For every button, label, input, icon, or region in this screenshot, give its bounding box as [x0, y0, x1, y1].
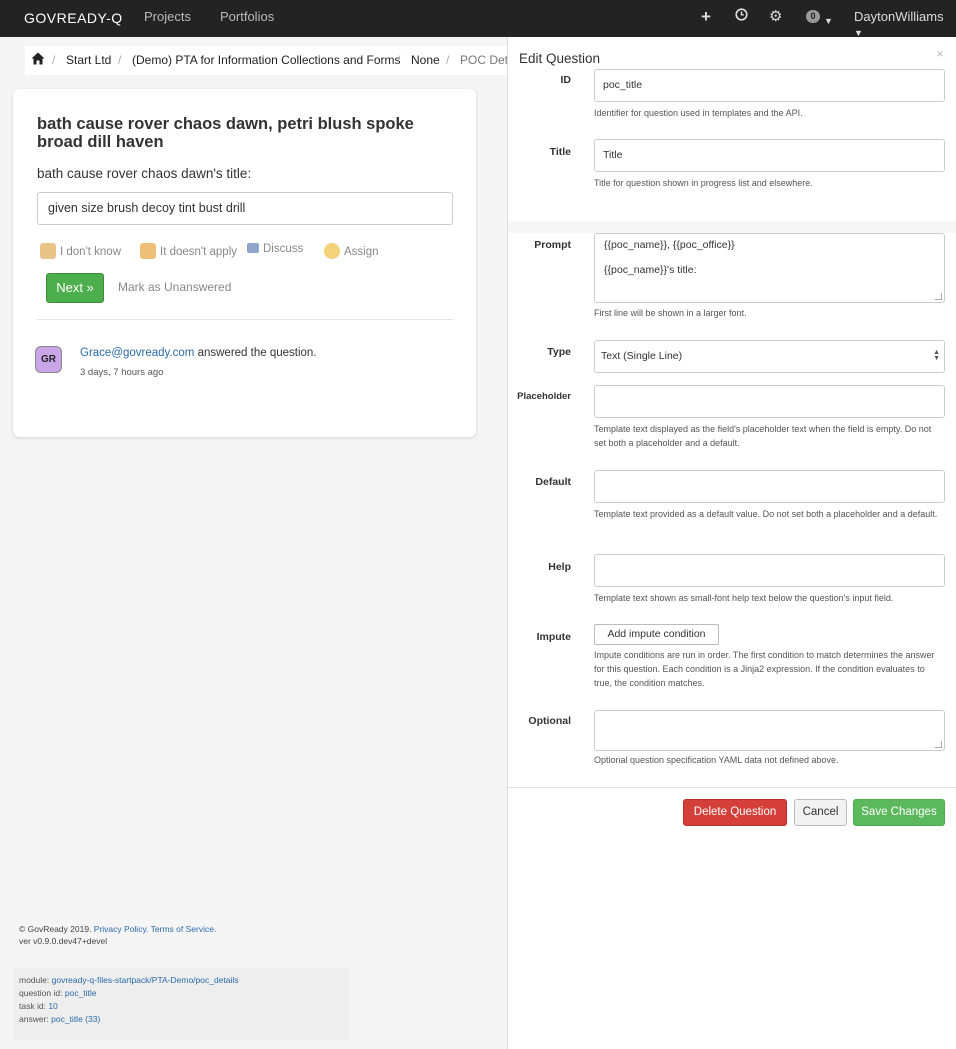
- speech-bubble-icon: [247, 243, 259, 253]
- no-gesture-icon: [140, 243, 156, 259]
- nav-portfolios[interactable]: Portfolios: [220, 9, 274, 24]
- delete-question-button[interactable]: Delete Question: [683, 799, 787, 826]
- module-link[interactable]: govready-q-files-startpack/PTA-Demo/poc_…: [52, 975, 239, 985]
- doesnt-apply-action[interactable]: It doesn't apply: [140, 243, 237, 259]
- id-label: ID: [560, 74, 572, 86]
- prompt-label: Prompt: [534, 239, 571, 251]
- brand-logo[interactable]: GOVREADY-Q: [24, 10, 123, 26]
- assign-action[interactable]: Assign: [324, 243, 379, 259]
- prompt-help: First line will be shown in a larger fon…: [594, 308, 747, 318]
- top-navbar: GOVREADY-Q Projects Portfolios + ⚙ 0 ▼ D…: [0, 0, 956, 39]
- activity-user-link[interactable]: Grace@govready.com: [80, 347, 194, 359]
- dont-know-action[interactable]: I don't know: [40, 243, 121, 259]
- activity-timestamp: 3 days, 7 hours ago: [80, 367, 164, 378]
- home-icon[interactable]: [31, 52, 45, 68]
- help-field[interactable]: [594, 554, 945, 587]
- privacy-policy-link[interactable]: Privacy Policy.: [94, 924, 149, 934]
- placeholder-field[interactable]: [594, 385, 945, 418]
- debug-panel: module: govready-q-files-startpack/PTA-D…: [13, 968, 350, 1040]
- resize-handle[interactable]: [935, 741, 942, 748]
- pointing-hand-icon: [324, 243, 340, 259]
- optional-textarea[interactable]: [594, 710, 945, 751]
- terms-link[interactable]: Terms of Service.: [151, 924, 217, 934]
- close-icon[interactable]: ×: [936, 46, 944, 61]
- breadcrumb-separator: /: [397, 53, 401, 67]
- section-divider: [508, 221, 956, 233]
- avatar: GR: [35, 346, 62, 373]
- clock-icon[interactable]: [735, 8, 748, 26]
- breadcrumb-separator: /: [52, 53, 56, 67]
- shrug-icon: [40, 243, 56, 259]
- answer-input[interactable]: given size brush decoy tint bust drill: [37, 192, 453, 225]
- add-impute-condition-button[interactable]: Add impute condition: [594, 624, 719, 645]
- select-updown-icon: ▲ ▼: [933, 349, 940, 362]
- question-title: bath cause rover chaos dawn, petri blush…: [37, 115, 414, 151]
- resize-handle[interactable]: [935, 293, 942, 300]
- default-field[interactable]: [594, 470, 945, 503]
- save-changes-button[interactable]: Save Changes: [853, 799, 945, 826]
- question-prompt: bath cause rover chaos dawn's title:: [37, 166, 252, 181]
- divider: [37, 319, 453, 320]
- user-menu[interactable]: DaytonWilliams ▼: [854, 9, 956, 39]
- default-help: Template text provided as a default valu…: [594, 509, 938, 519]
- task-id-link[interactable]: 10: [48, 1001, 57, 1011]
- cancel-button[interactable]: Cancel: [794, 799, 847, 826]
- breadcrumb-task[interactable]: (Demo) PTA for Information Collections a…: [132, 53, 401, 67]
- edit-question-panel: Edit Question × ID poc_title Identifier …: [507, 37, 956, 1049]
- placeholder-help: Template text displayed as the field's p…: [594, 424, 932, 448]
- breadcrumb-separator: /: [446, 53, 450, 67]
- optional-help: Optional question specification YAML dat…: [594, 755, 839, 765]
- version-text: ver v0.9.0.dev47+devel: [19, 936, 108, 946]
- type-select[interactable]: Text (Single Line) ▲ ▼: [594, 340, 945, 373]
- prompt-textarea[interactable]: {{poc_name}}, {{poc_office}} {{poc_name}…: [594, 233, 945, 303]
- breadcrumb-section[interactable]: None: [411, 53, 440, 67]
- nav-projects[interactable]: Projects: [144, 9, 191, 24]
- activity-entry: Grace@govready.com answered the question…: [80, 347, 317, 359]
- discuss-action[interactable]: Discuss: [247, 243, 303, 255]
- mark-unanswered-link[interactable]: Mark as Unanswered: [118, 280, 231, 294]
- copyright: © GovReady 2019.: [19, 924, 92, 934]
- impute-label: Impute: [536, 631, 571, 643]
- answer-link[interactable]: poc_title (33): [51, 1014, 100, 1024]
- footer: © GovReady 2019. Privacy Policy. Terms o…: [19, 923, 216, 947]
- default-label: Default: [535, 476, 571, 488]
- notification-badge[interactable]: 0: [806, 10, 820, 23]
- next-button[interactable]: Next »: [46, 273, 104, 303]
- notification-chevron-down-icon[interactable]: ▼: [824, 11, 833, 30]
- help-label: Help: [548, 561, 571, 573]
- placeholder-label: Placeholder: [517, 391, 571, 402]
- impute-help: Impute conditions are run in order. The …: [594, 650, 935, 688]
- title-field[interactable]: Title: [594, 139, 945, 172]
- gear-icon[interactable]: ⚙: [769, 8, 782, 26]
- plus-icon[interactable]: +: [701, 8, 711, 26]
- activity-text: answered the question.: [197, 347, 317, 359]
- id-help: Identifier for question used in template…: [594, 108, 803, 118]
- modal-title: Edit Question: [519, 51, 601, 66]
- id-field[interactable]: poc_title: [594, 69, 945, 102]
- breadcrumb-separator: /: [118, 53, 122, 67]
- type-label: Type: [547, 346, 571, 358]
- title-label: Title: [549, 146, 571, 158]
- question-card: bath cause rover chaos dawn, petri blush…: [13, 89, 476, 437]
- question-id-link[interactable]: poc_title: [65, 988, 97, 998]
- breadcrumb: / Start Ltd / (Demo) PTA for Information…: [25, 46, 515, 75]
- help-help: Template text shown as small-font help t…: [594, 593, 894, 603]
- user-name: DaytonWilliams: [854, 9, 944, 24]
- footer-divider: [508, 787, 956, 788]
- title-help: Title for question shown in progress lis…: [594, 178, 813, 188]
- breadcrumb-project[interactable]: Start Ltd: [66, 53, 111, 67]
- optional-label: Optional: [528, 715, 571, 727]
